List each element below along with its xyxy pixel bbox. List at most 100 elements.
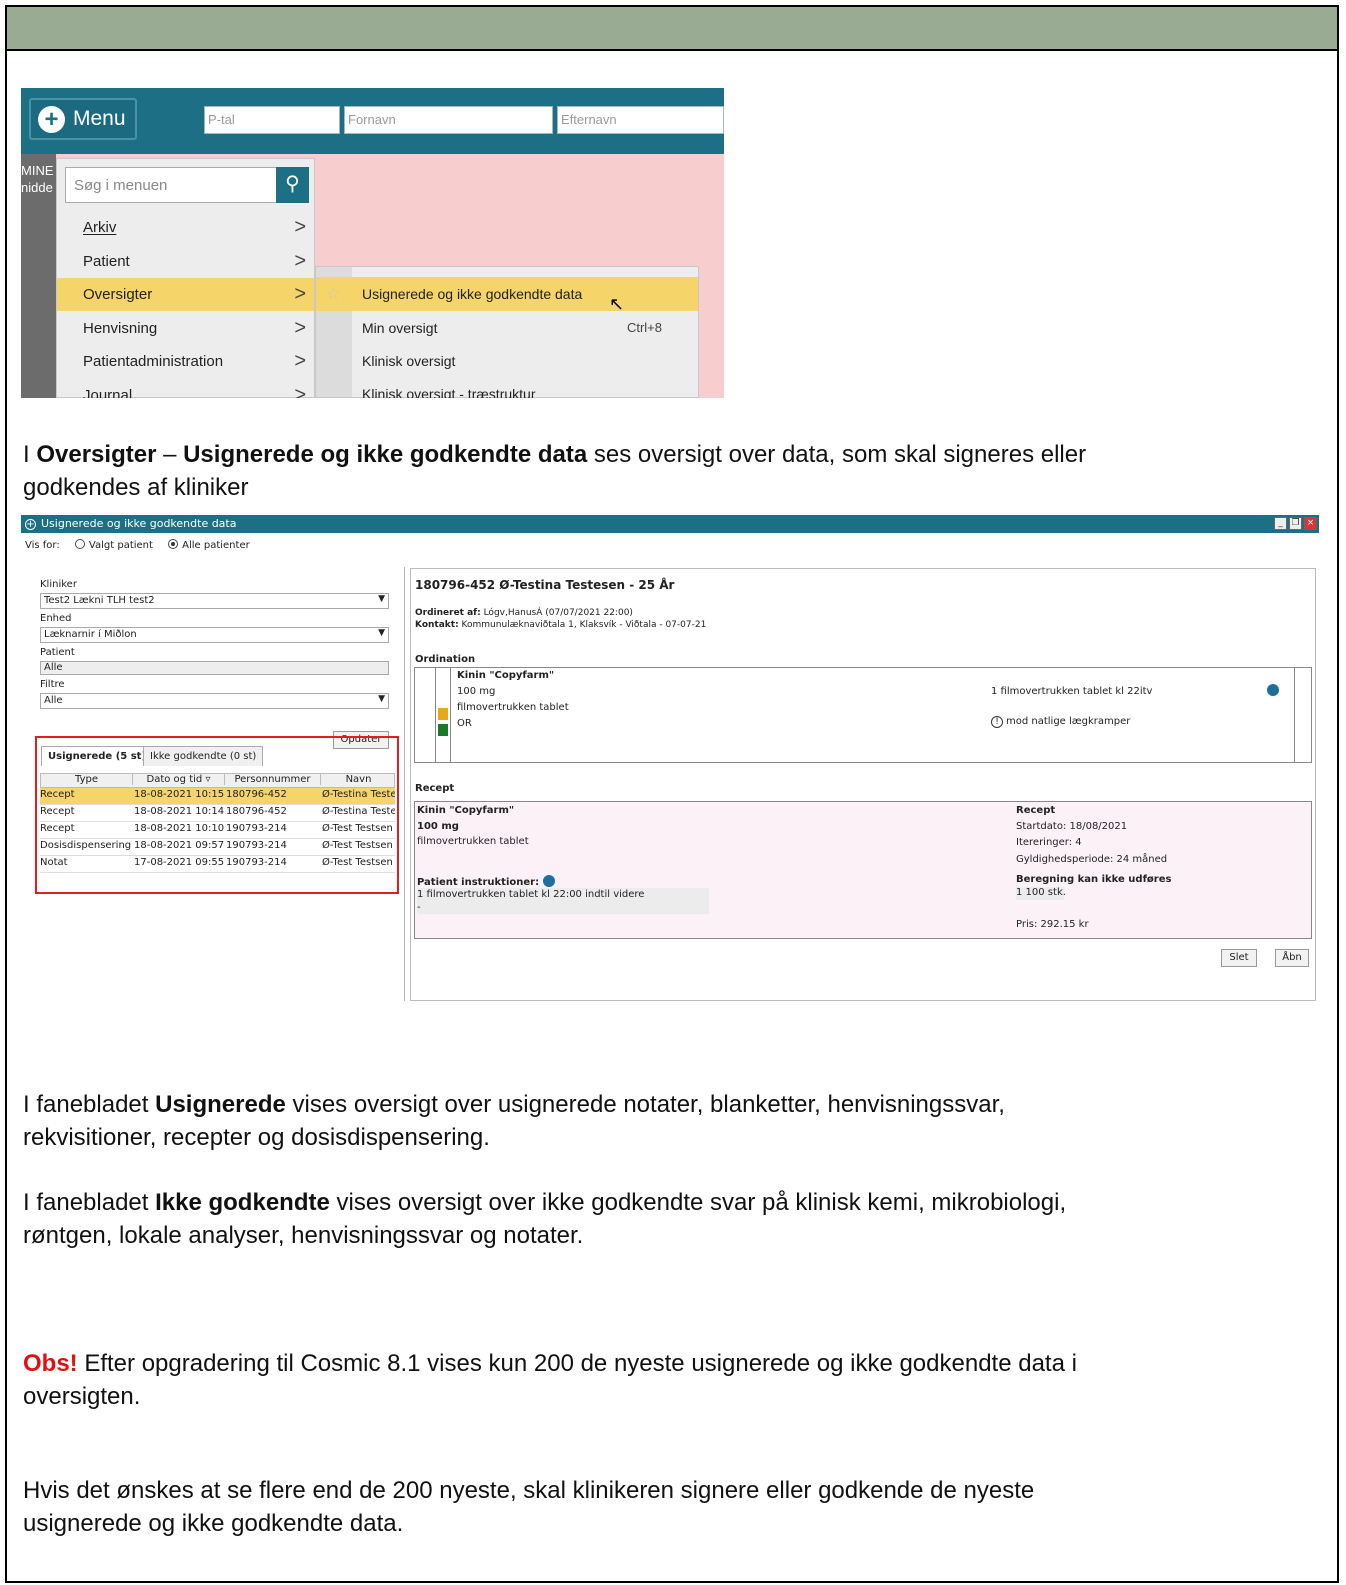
rec-form: filmovertrukken tablet <box>417 836 529 847</box>
submenu-label: Usignerede og ikke godkendte data <box>362 286 583 302</box>
cell: 180796-452 <box>226 789 287 800</box>
radio-alle-patienter[interactable] <box>168 539 179 549</box>
rec-side-title: Recept <box>1016 805 1056 816</box>
text: I fanebladet <box>23 1189 156 1216</box>
menu-item-henvisning[interactable]: Henvisning > <box>57 312 314 345</box>
enhed-select[interactable]: Læknarnir í Miðlon ▼ <box>40 627 389 643</box>
header-band <box>7 7 1337 51</box>
col-header-dato[interactable]: Dato og tid ▿ <box>133 774 225 785</box>
bold-text: Usignerede <box>155 1091 286 1118</box>
indication: ! mod natlige lægkramper <box>991 716 1130 728</box>
submenu-item-klinisk-oversigt[interactable]: Klinisk oversigt <box>316 344 698 378</box>
menu-item-patient[interactable]: Patient > <box>57 245 314 278</box>
menu-button[interactable]: + Menu <box>29 98 137 140</box>
table-row[interactable]: Notat 17-08-2021 09:55 190793-214 Ø-Test… <box>40 856 395 873</box>
col-header-personnummer[interactable]: Personnummer <box>225 774 321 785</box>
cell: 17-08-2021 09:55 <box>134 857 224 868</box>
select-value: Læknarnir í Miðlon <box>44 629 137 640</box>
minimize-icon[interactable]: _ <box>1274 517 1287 530</box>
submenu-label: Klinisk oversigt <box>362 353 456 369</box>
kliniker-select[interactable]: Test2 Lækni TLH test2 ▼ <box>40 593 389 609</box>
drug-route: OR <box>457 718 472 729</box>
close-icon[interactable]: × <box>1304 517 1317 530</box>
recept-box[interactable]: Kinin "Copyfarm" 100 mg filmovertrukken … <box>414 801 1312 939</box>
menu-item-patientadministration[interactable]: Patientadministration > <box>57 345 314 378</box>
rec-strength: 100 mg <box>417 821 459 832</box>
chevron-right-icon: > <box>294 384 306 398</box>
text: Hvis det ønskes at se flere end de 200 n… <box>23 1477 1035 1504</box>
kliniker-label: Kliniker <box>40 579 77 590</box>
window-screenshot: + Usignerede og ikke godkendte data _ ❐ ×… <box>21 515 1319 1001</box>
cell: 190793-214 <box>226 840 287 851</box>
vis-for-row: Vis for: Valgt patient Alle patienter <box>25 539 250 551</box>
submenu-item-usignerede[interactable]: ☆ Usignerede og ikke godkendte data <box>316 277 698 311</box>
submenu-item-klinisk-oversigt-trae[interactable]: Klinisk oversigt - træstruktur <box>316 377 698 398</box>
text: I <box>23 441 37 468</box>
table-row[interactable]: Recept 18-08-2021 10:14 180796-452 Ø-Tes… <box>40 805 395 822</box>
clock-icon <box>1267 684 1279 697</box>
text: I fanebladet <box>23 1091 156 1118</box>
radio-label: Alle patienter <box>182 540 250 551</box>
tab-usignerede[interactable]: Usignerede (5 st) <box>41 746 154 766</box>
instr-label: Patient instruktioner: <box>417 877 540 888</box>
paragraph-ikke-godkendte: I fanebladet Ikke godkendte vises oversi… <box>23 1186 1066 1252</box>
col-header-navn[interactable]: Navn <box>321 774 396 785</box>
paragraph-usignerede: I fanebladet Usignerede vises oversigt o… <box>23 1088 1005 1154</box>
submenu-item-min-oversigt[interactable]: Min oversigt Ctrl+8 <box>316 311 698 345</box>
text: vises oversigt over usignerede notater, … <box>285 1091 1005 1118</box>
cell: 18-08-2021 09:57 <box>134 840 224 851</box>
clock-icon <box>542 875 555 887</box>
bold-text: Usignerede og ikke godkendte data <box>183 441 588 468</box>
tab-ikke-godkendte[interactable]: Ikke godkendte (0 st) <box>143 746 264 766</box>
radio-valgt-patient[interactable] <box>74 539 85 549</box>
left-strip-text: MINE <box>21 163 54 178</box>
slet-button[interactable]: Slet <box>1221 949 1257 967</box>
drug-form: filmovertrukken tablet <box>457 702 569 713</box>
column-divider <box>1294 668 1295 762</box>
aabn-button[interactable]: Åbn <box>1275 949 1309 967</box>
menu-item-oversigter[interactable]: Oversigter > <box>57 278 314 311</box>
indication-text: mod natlige lægkramper <box>1006 716 1131 727</box>
col-header-label: Dato og tid <box>146 774 203 785</box>
pill-icon <box>438 708 448 720</box>
left-strip-text: nidde <box>21 180 53 195</box>
chevron-right-icon: > <box>294 317 306 339</box>
ptal-input[interactable]: P-tal <box>204 106 340 134</box>
restore-icon[interactable]: ❐ <box>1289 517 1302 530</box>
rec-drug: Kinin "Copyfarm" <box>417 805 515 816</box>
bold-text: Ikke godkendte <box>155 1189 330 1216</box>
cell: 18-08-2021 10:15 <box>134 789 224 800</box>
col-header-type[interactable]: Type <box>41 774 133 785</box>
menu-item-label: Patient <box>83 253 130 270</box>
patient-label: Patient <box>40 647 75 658</box>
menu-item-label: Henvisning <box>83 320 158 337</box>
ordination-heading: Ordination <box>415 654 476 665</box>
menu-search-input[interactable]: Søg i menuen ⚲ <box>65 167 309 203</box>
menu-item-label: Arkiv <box>83 219 117 236</box>
app-header: + Menu P-tal Fornavn Efternavn <box>21 88 724 154</box>
data-table: Type Dato og tid ▿ Personnummer Navn Rec… <box>40 773 395 873</box>
sort-icon: ▿ <box>205 774 211 785</box>
menu-item-journal[interactable]: Journal > <box>57 379 314 398</box>
field-label: Kontakt: <box>415 620 459 630</box>
bold-text: Oversigter <box>36 441 157 468</box>
text: usignerede og ikke godkendte data. <box>23 1510 404 1537</box>
field-label: Ordineret af: <box>415 608 481 618</box>
efternavn-input[interactable]: Efternavn <box>557 106 724 134</box>
plus-icon: + <box>25 519 36 530</box>
table-header: Type Dato og tid ▿ Personnummer Navn <box>40 773 395 788</box>
table-row[interactable]: Recept 18-08-2021 10:10 190793-214 Ø-Tes… <box>40 822 395 839</box>
text: vises oversigt over ikke godkendte svar … <box>329 1189 1067 1216</box>
star-icon[interactable]: ☆ <box>326 284 340 304</box>
ordination-box[interactable]: Kinin "Copyfarm" 100 mg filmovertrukken … <box>414 667 1312 763</box>
fornavn-input[interactable]: Fornavn <box>344 106 553 134</box>
beregning: Beregning kan ikke udføres <box>1016 874 1172 885</box>
text: – <box>156 441 184 468</box>
filtre-select[interactable]: Alle ▼ <box>40 693 389 709</box>
menu-item-arkiv[interactable]: Arkiv > <box>57 211 314 244</box>
cell: Recept <box>40 823 75 834</box>
dosage-text: 1 filmovertrukken tablet kl 22itv <box>991 686 1153 697</box>
search-icon[interactable]: ⚲ <box>276 167 309 203</box>
table-row[interactable]: Dosisdispensering 18-08-2021 09:57 19079… <box>40 839 395 856</box>
table-row[interactable]: Recept 18-08-2021 10:15 180796-452 Ø-Tes… <box>40 788 395 805</box>
